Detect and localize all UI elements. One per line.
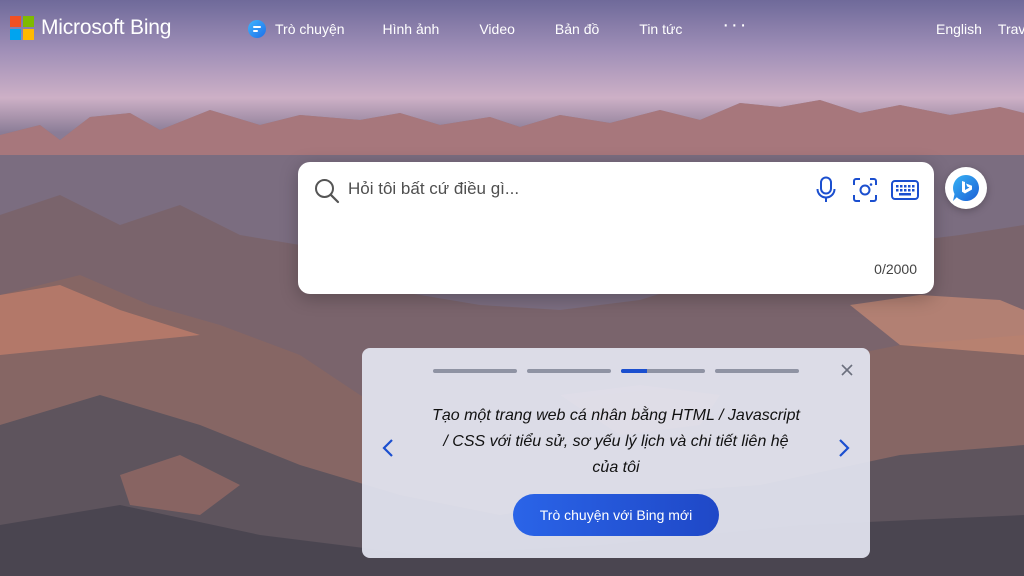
visual-search-icon[interactable]: [852, 177, 878, 203]
main-nav: Trò chuyện Hình ảnh Video Bản đồ Tin tức…: [248, 14, 748, 38]
carousel-indicator[interactable]: [715, 369, 799, 373]
brand-name: Microsoft Bing: [41, 16, 172, 39]
chevron-right-icon[interactable]: [838, 438, 850, 458]
microphone-icon[interactable]: [816, 176, 836, 204]
nav-item-chat[interactable]: Trò chuyện: [248, 20, 345, 38]
top-header: Microsoft Bing Trò chuyện Hình ảnh Video…: [0, 0, 1024, 58]
travel-link[interactable]: Trav: [998, 21, 1024, 37]
nav-item-maps[interactable]: Bản đồ: [555, 21, 599, 37]
character-count: 0/2000: [874, 261, 917, 277]
carousel-indicator[interactable]: [527, 369, 611, 373]
search-box[interactable]: 0/2000: [298, 162, 934, 294]
header-right-links: English Trav: [936, 21, 1024, 37]
promo-suggestion-text: Tạo một trang web cá nhân bằng HTML / Ja…: [432, 407, 800, 476]
carousel-indicator-active[interactable]: [621, 369, 705, 373]
nav-item-video[interactable]: Video: [479, 21, 515, 37]
chat-with-bing-button[interactable]: Trò chuyện với Bing mới: [513, 494, 719, 536]
search-icon: [315, 179, 340, 204]
promo-card: Tạo một trang web cá nhân bằng HTML / Ja…: [362, 348, 870, 558]
language-link[interactable]: English: [936, 21, 982, 37]
bing-logo[interactable]: Microsoft Bing: [10, 16, 171, 40]
bing-chat-button[interactable]: [945, 167, 987, 209]
chevron-left-icon[interactable]: [382, 438, 394, 458]
nav-item-images[interactable]: Hình ảnh: [383, 21, 440, 37]
carousel-indicators: [433, 369, 809, 373]
microsoft-logo-icon: [10, 16, 34, 40]
close-icon[interactable]: [840, 363, 854, 377]
carousel-indicator[interactable]: [433, 369, 517, 373]
nav-item-news[interactable]: Tin tức: [639, 21, 682, 37]
more-menu-button[interactable]: ···: [722, 14, 748, 37]
bing-chat-icon: [953, 175, 979, 201]
nav-item-chat-label: Trò chuyện: [275, 21, 345, 37]
search-input[interactable]: [348, 176, 798, 202]
keyboard-icon[interactable]: [891, 179, 919, 201]
chat-bubble-icon: [248, 20, 266, 38]
